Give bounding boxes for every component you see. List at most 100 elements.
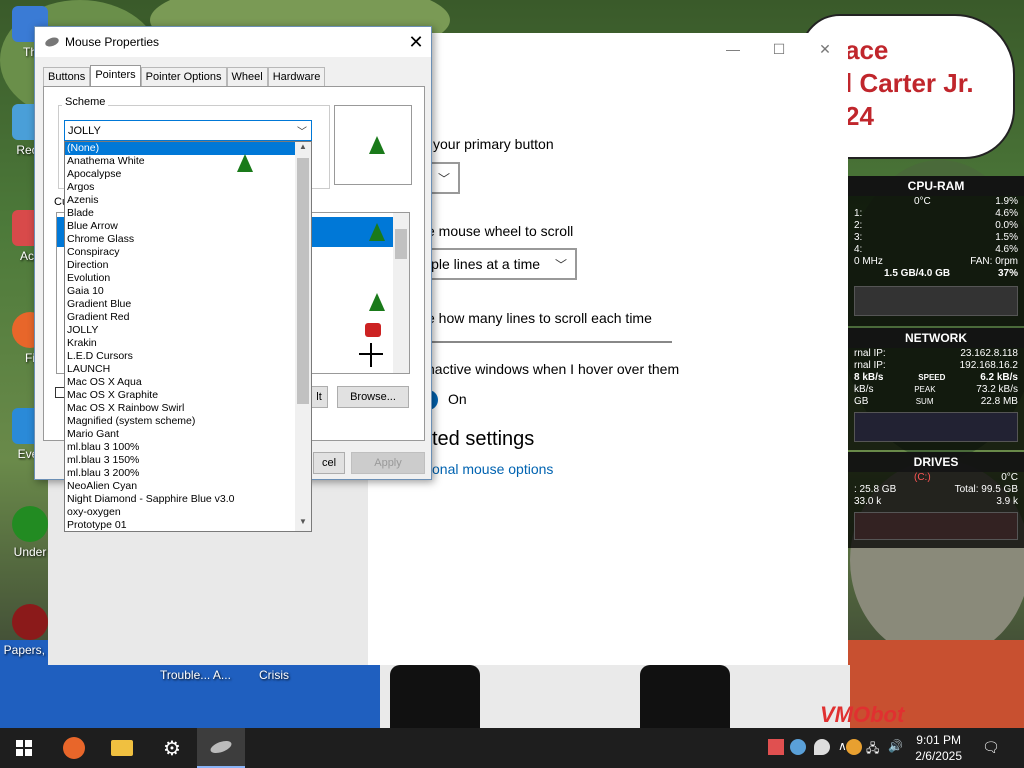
wallpaper-figure <box>640 665 730 735</box>
clock-time: 9:01 PM <box>916 733 961 747</box>
scheme-option[interactable]: JOLLY <box>65 324 295 337</box>
close-icon[interactable]: ✕ <box>802 33 848 65</box>
gadget-title: DRIVES <box>848 452 1024 472</box>
tab-pointers[interactable]: Pointers <box>90 65 141 87</box>
fan-speed: FAN: 0rpm <box>970 256 1018 267</box>
scheme-combobox[interactable]: JOLLY ﹀ <box>64 120 312 141</box>
scheme-option[interactable]: Mario Gant <box>65 428 295 441</box>
volume-icon[interactable]: 🔊 <box>888 739 904 755</box>
tab-buttons[interactable]: Buttons <box>43 67 91 87</box>
search-icon[interactable] <box>846 739 862 755</box>
ram-usage: 1.5 GB/4.0 GB <box>884 268 951 279</box>
scheme-option[interactable]: Evolution <box>65 272 295 285</box>
cpu-total: 1.9% <box>995 196 1018 207</box>
scheme-option[interactable]: Mac OS X Rainbow Swirl <box>65 402 295 415</box>
internal-ip-label: rnal IP: <box>854 348 886 359</box>
taskbar-settings[interactable]: ⚙ <box>148 728 196 768</box>
cursor-preview <box>334 105 412 185</box>
scroll-select-value: iple lines at a time <box>428 256 541 272</box>
scheme-option[interactable]: ml.blau 3 150% <box>65 454 295 467</box>
desktop-icon-label: Under <box>13 545 47 559</box>
maximize-icon[interactable]: ☐ <box>756 33 802 65</box>
scheme-option[interactable]: Mac OS X Graphite <box>65 389 295 402</box>
folder-icon <box>111 740 133 756</box>
drive-used: : 25.8 GB <box>854 484 897 495</box>
additional-mouse-options-link[interactable]: onal mouse options <box>432 461 553 477</box>
desktop-icon-label[interactable]: Trouble... A... <box>160 668 231 682</box>
download-speed: 8 kB/s <box>854 372 884 383</box>
scheme-option[interactable]: Mac OS X Aqua <box>65 376 295 389</box>
scheme-option[interactable]: ml.blau 3 100% <box>65 441 295 454</box>
network-graph <box>854 412 1018 442</box>
bubble-line-3: 24 <box>845 101 874 131</box>
scheme-option[interactable]: Gaia 10 <box>65 285 295 298</box>
scheme-option[interactable]: Blue Arrow <box>65 220 295 233</box>
upload-speed: 6.2 kB/s <box>980 372 1018 383</box>
network-icon[interactable]: 🖧 <box>866 739 882 755</box>
scheme-option[interactable]: Direction <box>65 259 295 272</box>
scheme-dropdown-list[interactable]: (None) Anathema White Apocalypse Argos Azeni… <box>64 141 312 532</box>
taskbar-file-explorer[interactable] <box>98 728 146 768</box>
scheme-option[interactable]: Apocalypse <box>65 168 295 181</box>
scheme-label: Scheme <box>62 96 109 108</box>
sum-label: SUM <box>915 397 934 406</box>
chevron-down-icon: ﹀ <box>437 171 450 186</box>
taskbar-firefox[interactable] <box>50 728 98 768</box>
chevron-down-icon: ﹀ <box>554 257 567 272</box>
scroll-select[interactable]: iple lines at a time ﹀ <box>420 248 577 280</box>
scheme-option[interactable]: Krakin <box>65 337 295 350</box>
scheme-option[interactable]: L.E.D Cursors <box>65 350 295 363</box>
notification-icon[interactable]: 🗨 <box>982 739 1000 755</box>
core-label: 2: <box>854 220 863 231</box>
scheme-option[interactable]: ml.blau 3 200% <box>65 467 295 480</box>
scheme-option[interactable]: Blade <box>65 207 295 220</box>
drives-gadget: DRIVES (C:) 0°C : 25.8 GB Total: 99.5 GB 3… <box>848 452 1024 548</box>
tray-app-icon[interactable] <box>790 739 806 755</box>
scheme-option[interactable]: LAUNCH <box>65 363 295 376</box>
scheme-option[interactable]: Gradient Red <box>65 311 295 324</box>
dropdown-scrollbar[interactable]: ▲ ▼ <box>295 142 311 531</box>
scheme-option[interactable]: Azenis <box>65 194 295 207</box>
desktop-icon-label[interactable]: Crisis <box>259 668 289 682</box>
scheme-option[interactable]: Magnified (system scheme) <box>65 415 295 428</box>
scheme-option[interactable]: Chrome Glass <box>65 233 295 246</box>
scrollbar-thumb[interactable] <box>297 158 309 404</box>
sum-upload: 22.8 MB <box>980 396 1018 407</box>
scheme-option[interactable]: (None) <box>65 142 295 155</box>
scheme-option[interactable]: Gradient Blue <box>65 298 295 311</box>
clock[interactable]: 9:01 PM 2/6/2025 <box>915 732 962 764</box>
scrollbar-thumb[interactable] <box>395 229 407 259</box>
drop-icon[interactable] <box>814 739 830 755</box>
lines-slider[interactable] <box>420 341 672 343</box>
scroll-up-icon[interactable]: ▲ <box>295 142 311 156</box>
use-default-button[interactable]: lt <box>310 386 328 408</box>
apply-button[interactable]: Apply <box>351 452 425 474</box>
scheme-option[interactable]: NeoAlien Cyan <box>65 480 295 493</box>
ram-percent: 37% <box>997 268 1018 279</box>
chevron-down-icon: ﹀ <box>297 127 307 138</box>
tab-wheel[interactable]: Wheel <box>226 67 268 87</box>
scroll-down-icon[interactable]: ▼ <box>295 517 311 531</box>
drive-temp: 0°C <box>1001 472 1018 483</box>
sweater-cursor-icon <box>365 323 381 337</box>
start-button[interactable] <box>0 728 48 768</box>
tab-pointer-options[interactable]: Pointer Options <box>140 67 227 87</box>
browse-button[interactable]: Browse... <box>337 386 409 408</box>
core-value: 4.6% <box>995 244 1018 255</box>
tray-app-icon[interactable] <box>768 739 784 755</box>
scheme-option[interactable]: oxy-oxygen <box>65 506 295 519</box>
tab-hardware[interactable]: Hardware <box>267 67 326 87</box>
cpu-graph <box>854 286 1018 316</box>
cancel-button[interactable]: cel <box>313 452 345 474</box>
scheme-option[interactable]: Conspiracy <box>65 246 295 259</box>
external-ip: 192.168.16.2 <box>959 360 1018 371</box>
taskbar-mouse-properties[interactable] <box>197 728 245 768</box>
scheme-option[interactable]: Prototype 01 <box>65 519 295 532</box>
close-icon[interactable]: ✕ <box>401 32 431 53</box>
cursor-list-scrollbar[interactable] <box>393 213 409 373</box>
scheme-option[interactable]: Argos <box>65 181 295 194</box>
scheme-option[interactable]: Anathema White <box>65 155 295 168</box>
minimize-icon[interactable]: — <box>710 33 756 65</box>
core-value: 4.6% <box>995 208 1018 219</box>
scheme-option[interactable]: Night Diamond - Sapphire Blue v3.0 <box>65 493 295 506</box>
